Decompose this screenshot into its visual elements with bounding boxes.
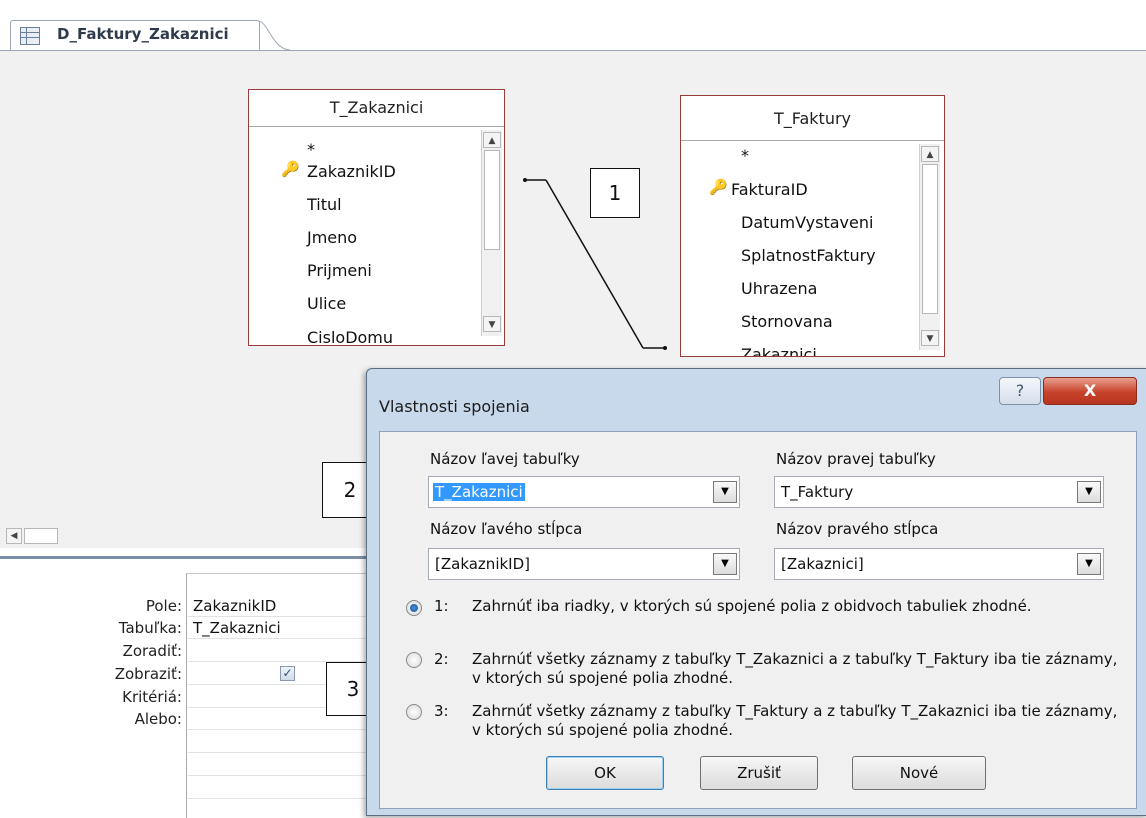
scroll-up-icon[interactable]: ▲	[921, 146, 939, 162]
field-ulice[interactable]: Ulice	[307, 294, 346, 313]
join-option-1-radio[interactable]	[406, 600, 422, 616]
table-title: T_Faktury	[681, 96, 944, 141]
scroll-thumb[interactable]	[922, 164, 938, 314]
join-properties-dialog: Vlastnosti spojenia ? X Názov ľavej tabu…	[366, 368, 1146, 816]
table-title: T_Zakaznici	[249, 90, 504, 127]
join-option-3-radio[interactable]	[406, 704, 422, 720]
dropdown-arrow-icon[interactable]: ▼	[1077, 481, 1101, 503]
row-label-pole: Pole:	[145, 597, 182, 615]
help-icon[interactable]: ?	[999, 377, 1041, 405]
checkbox-check-icon[interactable]: ✓	[280, 666, 295, 681]
field-zakaznici[interactable]: Zakaznici	[741, 345, 817, 356]
left-table-label: Názov ľavej tabuľky	[430, 450, 580, 468]
field-stornovana[interactable]: Stornovana	[741, 312, 833, 331]
left-table-value: T_Zakaznici	[433, 483, 525, 501]
field-jmeno[interactable]: Jmeno	[307, 228, 357, 247]
left-column-label: Názov ľavého stĺpca	[430, 520, 583, 538]
key-icon: 🔑	[709, 178, 728, 196]
key-icon: 🔑	[281, 160, 300, 178]
tab-edge	[257, 21, 291, 51]
table-box-zakaznici[interactable]: T_Zakaznici * 🔑 ZakaznikID Titul Jmeno P…	[248, 89, 505, 346]
table-scrollbar[interactable]: ▲ ▼	[919, 144, 940, 350]
callout-1: 1	[590, 168, 640, 218]
table-icon	[20, 27, 40, 45]
join-option-1-number: 1:	[434, 597, 449, 615]
row-label-zobrazit: Zobraziť:	[114, 665, 182, 683]
field-datumvystaveni[interactable]: DatumVystaveni	[741, 213, 873, 232]
join-option-2-text[interactable]: Zahrnúť všetky záznamy z tabuľky T_Zakaz…	[472, 650, 1128, 688]
field-fakturaid[interactable]: FakturaID	[731, 180, 808, 199]
field-prijmeni[interactable]: Prijmeni	[307, 261, 372, 280]
join-option-3-text[interactable]: Zahrnúť všetky záznamy z tabuľky T_Faktu…	[472, 702, 1128, 740]
field-zakaznikid[interactable]: ZakaznikID	[307, 162, 396, 181]
dialog-title: Vlastnosti spojenia	[379, 397, 530, 416]
scroll-down-icon[interactable]: ▼	[921, 330, 939, 346]
right-table-value: T_Faktury	[781, 483, 854, 501]
scroll-down-icon[interactable]: ▼	[483, 316, 501, 332]
dropdown-arrow-icon[interactable]: ▼	[713, 481, 737, 503]
scroll-left-icon[interactable]: ◀	[6, 528, 22, 544]
join-option-2-number: 2:	[434, 650, 449, 668]
dropdown-arrow-icon[interactable]: ▼	[713, 553, 737, 575]
scroll-thumb[interactable]	[484, 150, 500, 250]
field-star[interactable]: *	[741, 146, 749, 165]
join-option-2-radio[interactable]	[406, 652, 422, 668]
design-hscrollbar[interactable]: ◀	[0, 524, 380, 548]
table-scrollbar[interactable]: ▲ ▼	[481, 130, 502, 336]
scroll-up-icon[interactable]: ▲	[483, 132, 501, 148]
table-box-faktury[interactable]: T_Faktury * 🔑 FakturaID DatumVystaveni S…	[680, 95, 945, 357]
right-column-value: [Zakaznici]	[781, 555, 864, 573]
scroll-thumb[interactable]	[24, 528, 58, 544]
left-column-select[interactable]: [ZakaznikID] ▼	[428, 548, 740, 580]
left-column-value: [ZakaznikID]	[435, 555, 530, 573]
right-column-label: Názov pravého stĺpca	[776, 520, 939, 538]
cancel-button[interactable]: Zrušiť	[700, 756, 818, 790]
field-titul[interactable]: Titul	[307, 195, 342, 214]
field-splatnostfaktury[interactable]: SplatnostFaktury	[741, 246, 876, 265]
new-button[interactable]: Nové	[852, 756, 986, 790]
close-icon[interactable]: X	[1043, 377, 1137, 405]
right-table-label: Názov pravej tabuľky	[776, 450, 936, 468]
tab-title: D_Faktury_Zakaznici	[57, 25, 229, 43]
left-table-select[interactable]: T_Zakaznici ▼	[428, 476, 740, 508]
row-label-alebo: Alebo:	[134, 710, 182, 728]
join-option-1-text[interactable]: Zahrnúť iba riadky, v ktorých sú spojené…	[472, 597, 1128, 616]
dropdown-arrow-icon[interactable]: ▼	[1077, 553, 1101, 575]
right-column-select[interactable]: [Zakaznici] ▼	[774, 548, 1104, 580]
query-tab[interactable]: D_Faktury_Zakaznici	[10, 20, 260, 51]
dialog-body: Názov ľavej tabuľky Názov pravej tabuľky…	[379, 431, 1137, 809]
right-table-select[interactable]: T_Faktury ▼	[774, 476, 1104, 508]
ok-button[interactable]: OK	[546, 756, 664, 790]
field-star[interactable]: *	[307, 140, 315, 159]
join-option-3-number: 3:	[434, 702, 449, 720]
row-label-tabulka: Tabuľka:	[118, 619, 182, 637]
row-label-zoradit: Zoradiť:	[122, 642, 182, 660]
field-uhrazena[interactable]: Uhrazena	[741, 279, 817, 298]
row-label-kriteria: Kritériá:	[122, 688, 182, 706]
field-cislodomu[interactable]: CisloDomu	[307, 328, 393, 345]
